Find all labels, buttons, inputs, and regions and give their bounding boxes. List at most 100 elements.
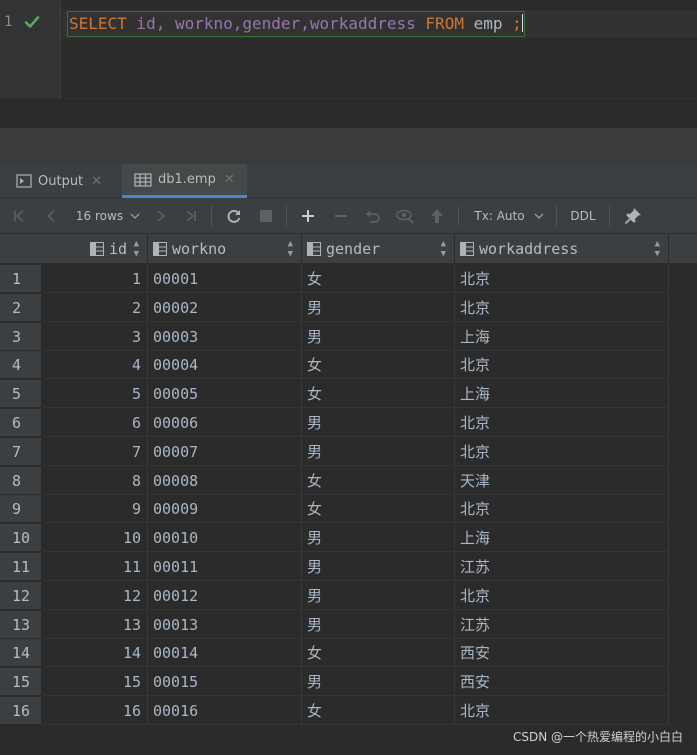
cell-workaddress[interactable]: 北京: [455, 351, 669, 380]
column-header-workaddress[interactable]: workaddress ▲ ▼: [455, 234, 669, 264]
previous-page-icon[interactable]: [40, 198, 62, 234]
table-row[interactable]: 6 6 00006 男北京: [0, 409, 697, 437]
close-icon[interactable]: ✕: [91, 174, 102, 189]
cell-gender[interactable]: 男: [302, 524, 455, 553]
cell-workno[interactable]: 00012: [148, 581, 302, 610]
transaction-mode-dropdown[interactable]: Tx: Auto: [470, 198, 548, 234]
cell-id[interactable]: 14: [42, 639, 148, 668]
cell-workaddress[interactable]: 北京: [455, 495, 669, 524]
table-row[interactable]: 8 8 00008 女天津: [0, 466, 697, 495]
cell-workaddress[interactable]: 上海: [455, 524, 669, 553]
sort-icon[interactable]: ▲ ▼: [134, 239, 139, 259]
cell-id[interactable]: 7: [42, 437, 148, 466]
cell-gender[interactable]: 女: [302, 466, 455, 495]
cell-workaddress[interactable]: 北京: [455, 409, 669, 437]
cell-id[interactable]: 10: [42, 524, 148, 553]
cell-id[interactable]: 12: [42, 581, 148, 610]
table-row[interactable]: 16 16 00016 女北京: [0, 697, 697, 725]
cell-gender[interactable]: 女: [302, 265, 455, 293]
cell-workno[interactable]: 00002: [148, 293, 302, 322]
delete-row-icon[interactable]: [329, 198, 353, 234]
table-row[interactable]: 4 4 00004 女北京: [0, 351, 697, 380]
table-row[interactable]: 10 10 00010 男上海: [0, 524, 697, 553]
revert-icon[interactable]: [361, 198, 385, 234]
cell-workno[interactable]: 00010: [148, 524, 302, 553]
cell-gender[interactable]: 女: [302, 639, 455, 668]
cell-workaddress[interactable]: 江苏: [455, 553, 669, 581]
first-page-icon[interactable]: [8, 198, 30, 234]
submit-icon[interactable]: [425, 198, 449, 234]
table-row[interactable]: 7 7 00007 男北京: [0, 437, 697, 466]
table-row[interactable]: 11 11 00011 男江苏: [0, 553, 697, 581]
cell-workaddress[interactable]: 西安: [455, 668, 669, 697]
cell-workno[interactable]: 00006: [148, 409, 302, 437]
cell-workaddress[interactable]: 北京: [455, 581, 669, 610]
cell-gender[interactable]: 女: [302, 380, 455, 409]
panel-splitter[interactable]: [0, 128, 697, 164]
stop-icon[interactable]: [254, 198, 278, 234]
cell-id[interactable]: 2: [42, 293, 148, 322]
sort-icon[interactable]: ▲ ▼: [655, 239, 660, 259]
cell-workno[interactable]: 00001: [148, 265, 302, 293]
cell-gender[interactable]: 男: [302, 322, 455, 351]
cell-id[interactable]: 6: [42, 409, 148, 437]
cell-id[interactable]: 3: [42, 322, 148, 351]
cell-workno[interactable]: 00014: [148, 639, 302, 668]
table-row[interactable]: 9 9 00009 女北京: [0, 495, 697, 524]
sql-statement[interactable]: SELECT id, workno,gender,workaddress FRO…: [67, 11, 525, 37]
add-row-icon[interactable]: [296, 198, 320, 234]
cell-id[interactable]: 8: [42, 466, 148, 495]
next-page-icon[interactable]: [150, 198, 172, 234]
cell-id[interactable]: 9: [42, 495, 148, 524]
last-page-icon[interactable]: [180, 198, 202, 234]
cell-workno[interactable]: 00007: [148, 437, 302, 466]
close-icon[interactable]: ✕: [224, 172, 235, 187]
cell-id[interactable]: 5: [42, 380, 148, 409]
tab-db1-emp[interactable]: db1.emp ✕: [122, 164, 247, 198]
cell-workaddress[interactable]: 北京: [455, 293, 669, 322]
cell-gender[interactable]: 女: [302, 351, 455, 380]
cell-workno[interactable]: 00011: [148, 553, 302, 581]
cell-workno[interactable]: 00016: [148, 697, 302, 725]
cell-workno[interactable]: 00008: [148, 466, 302, 495]
cell-gender[interactable]: 男: [302, 668, 455, 697]
cell-workno[interactable]: 00005: [148, 380, 302, 409]
tab-output[interactable]: Output ✕: [16, 164, 102, 198]
table-row[interactable]: 15 15 00015 男西安: [0, 668, 697, 697]
cell-workno[interactable]: 00013: [148, 610, 302, 639]
table-row[interactable]: 14 14 00014 女西安: [0, 639, 697, 668]
cell-workaddress[interactable]: 北京: [455, 697, 669, 725]
cell-id[interactable]: 1: [42, 265, 148, 293]
ddl-button[interactable]: DDL: [566, 198, 600, 234]
refresh-icon[interactable]: [222, 198, 246, 234]
cell-workaddress[interactable]: 西安: [455, 639, 669, 668]
cell-id[interactable]: 15: [42, 668, 148, 697]
cell-workaddress[interactable]: 北京: [455, 265, 669, 293]
table-row[interactable]: 5 5 00005 女上海: [0, 380, 697, 409]
column-header-id[interactable]: id ▲ ▼: [42, 234, 148, 264]
cell-workaddress[interactable]: 北京: [455, 437, 669, 466]
column-header-gender[interactable]: gender ▲ ▼: [302, 234, 455, 264]
cell-id[interactable]: 16: [42, 697, 148, 725]
cell-workaddress[interactable]: 天津: [455, 466, 669, 495]
table-row[interactable]: 13 13 00013 男江苏: [0, 610, 697, 639]
cell-id[interactable]: 13: [42, 610, 148, 639]
cell-gender[interactable]: 男: [302, 610, 455, 639]
sort-icon[interactable]: ▲ ▼: [441, 239, 446, 259]
cell-gender[interactable]: 男: [302, 437, 455, 466]
cell-workno[interactable]: 00009: [148, 495, 302, 524]
sql-editor[interactable]: 1 SELECT id, workno,gender,workaddress F…: [0, 0, 697, 98]
table-row[interactable]: 12 12 00012 男北京: [0, 581, 697, 610]
cell-workno[interactable]: 00003: [148, 322, 302, 351]
cell-gender[interactable]: 女: [302, 697, 455, 725]
table-row[interactable]: 1 1 00001 女北京: [0, 265, 697, 293]
cell-workaddress[interactable]: 上海: [455, 322, 669, 351]
cell-gender[interactable]: 男: [302, 293, 455, 322]
cell-workaddress[interactable]: 上海: [455, 380, 669, 409]
cell-workno[interactable]: 00004: [148, 351, 302, 380]
rows-count-dropdown[interactable]: 16 rows: [72, 198, 144, 234]
cell-gender[interactable]: 男: [302, 409, 455, 437]
pin-icon[interactable]: [621, 198, 645, 234]
cell-id[interactable]: 11: [42, 553, 148, 581]
cell-workno[interactable]: 00015: [148, 668, 302, 697]
